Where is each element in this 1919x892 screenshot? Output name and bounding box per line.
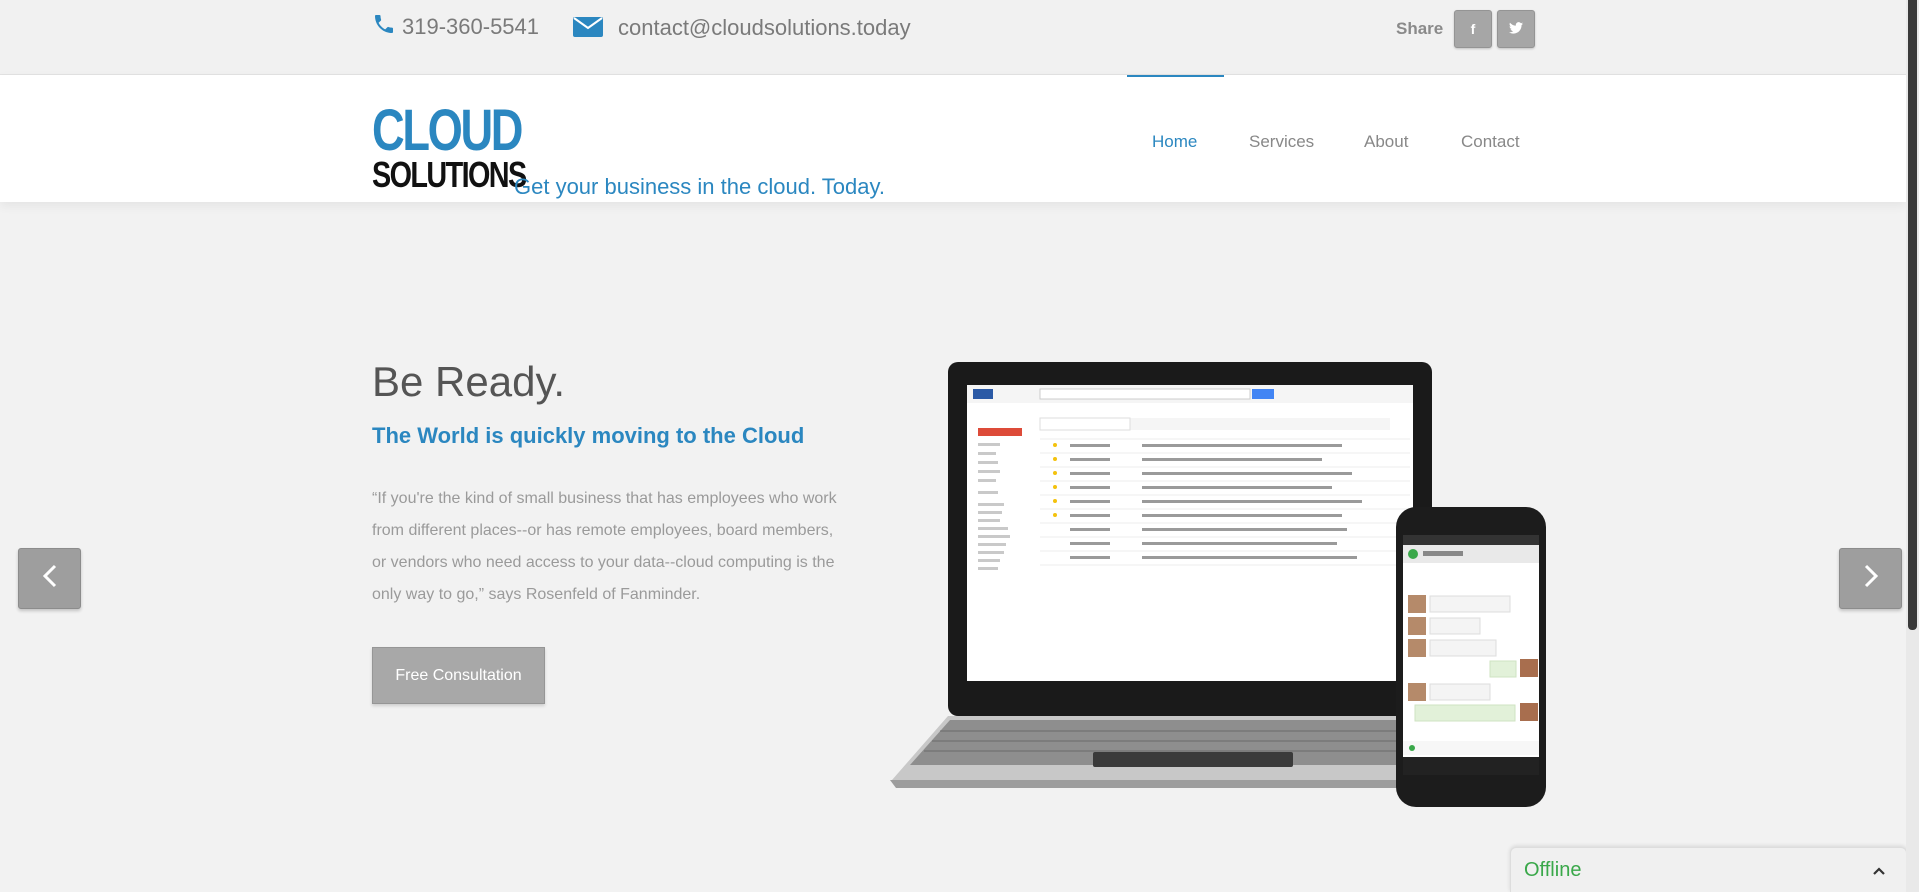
page-scrollbar[interactable] — [1906, 0, 1919, 892]
envelope-icon — [572, 12, 604, 44]
logo-line-solutions: SOLUTIONS — [372, 154, 527, 196]
email-contact[interactable]: contact@cloudsolutions.today — [572, 12, 911, 44]
nav-active-indicator — [1127, 75, 1224, 77]
laptop-and-phone-illustration — [880, 355, 1560, 815]
hero-quote: “If you're the kind of small business th… — [372, 490, 837, 603]
slider-next-button[interactable] — [1839, 548, 1902, 609]
hero-subtitle: The World is quickly moving to the Cloud — [372, 423, 805, 448]
site-header: CLOUD SOLUTIONS Get your business in the… — [0, 75, 1906, 202]
chevron-up-icon[interactable] — [1872, 863, 1886, 881]
phone-number: 319-360-5541 — [402, 14, 540, 39]
slider-prev-button[interactable] — [18, 548, 81, 609]
facebook-share-button[interactable]: f — [1454, 10, 1492, 48]
twitter-icon — [1509, 21, 1523, 37]
phone-icon — [372, 12, 396, 42]
scrollbar-thumb[interactable] — [1908, 0, 1917, 630]
chevron-right-icon — [1863, 564, 1879, 593]
chat-status: Offline — [1524, 859, 1582, 881]
nav-about[interactable]: About — [1364, 132, 1408, 152]
hero-title: Be Ready. — [372, 358, 565, 405]
top-contact-bar: 319-360-5541 contact@cloudsolutions.toda… — [0, 0, 1906, 75]
facebook-icon: f — [1470, 21, 1476, 37]
share-label: Share — [1396, 19, 1444, 38]
free-consultation-button[interactable]: Free Consultation — [372, 647, 545, 704]
email-address: contact@cloudsolutions.today — [618, 15, 911, 40]
chevron-left-icon — [42, 564, 58, 593]
nav-contact[interactable]: Contact — [1461, 132, 1520, 152]
nav-home[interactable]: Home — [1152, 132, 1197, 152]
site-tagline: Get your business in the cloud. Today. — [514, 174, 885, 199]
logo-line-cloud: CLOUD — [372, 98, 523, 163]
nav-services[interactable]: Services — [1249, 132, 1314, 152]
live-chat-widget[interactable]: Offline — [1510, 847, 1907, 892]
twitter-share-button[interactable] — [1497, 10, 1535, 48]
phone-contact[interactable]: 319-360-5541 — [372, 12, 539, 42]
